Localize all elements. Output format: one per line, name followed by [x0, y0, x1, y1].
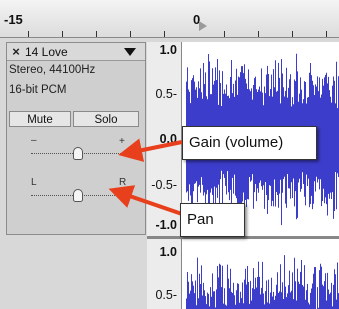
audacity-track-view: -15 0 × 14 Love Stereo, 44100Hz 16-bit P…: [0, 0, 339, 309]
scale-ch1-neg-half: -0.5-: [151, 178, 177, 192]
pan-left-label: L: [31, 177, 37, 188]
ruler-tick: [224, 31, 225, 37]
gain-plus-label: +: [119, 136, 125, 147]
track-format-rate: Stereo, 44100Hz: [9, 64, 96, 76]
ruler-tick: [164, 31, 165, 37]
ruler-tick: [326, 31, 327, 37]
scale-ch2-top: 1.0: [159, 245, 177, 259]
scale-ch1-zero: 0.0: [159, 132, 177, 146]
ruler-label-left: -15: [4, 12, 23, 27]
ruler-tick: [96, 31, 97, 37]
ruler-tick: [28, 31, 29, 37]
ruler-tick: [130, 31, 131, 37]
ruler-tick: [292, 31, 293, 37]
waveform: [182, 53, 339, 309]
play-position-marker-icon[interactable]: [199, 21, 207, 31]
mute-button[interactable]: Mute: [9, 111, 71, 127]
track-format-bits: 16-bit PCM: [9, 84, 67, 96]
amplitude-scale[interactable]: 1.0 0.5- 0.0 -0.5- -1.0 1.0 0.5-: [147, 42, 182, 309]
scale-ch1-half: 0.5-: [155, 87, 177, 101]
scale-ch1-top: 1.0: [159, 43, 177, 57]
dropdown-arrow-icon[interactable]: [124, 48, 136, 56]
gain-slider-thumb[interactable]: [73, 147, 83, 160]
track-control-panel: × 14 Love Stereo, 44100Hz 16-bit PCM Mut…: [6, 42, 146, 235]
timeline-ruler[interactable]: -15 0: [0, 0, 339, 38]
ruler-tick: [62, 31, 63, 37]
pan-slider-thumb[interactable]: [73, 189, 83, 202]
track-name-menu[interactable]: × 14 Love: [7, 43, 145, 61]
close-icon[interactable]: ×: [9, 45, 23, 58]
gain-callout: Gain (volume): [182, 126, 317, 160]
track-name[interactable]: 14 Love: [25, 45, 68, 59]
pan-callout: Pan: [180, 203, 245, 237]
channel-divider: [147, 236, 182, 239]
ruler-tick: [258, 31, 259, 37]
gain-minus-label: –: [31, 135, 37, 146]
scale-ch1-bottom: -1.0: [155, 218, 177, 232]
pan-right-label: R: [119, 177, 127, 188]
scale-ch2-half: 0.5-: [155, 288, 177, 302]
solo-button[interactable]: Solo: [73, 111, 139, 127]
waveform-area[interactable]: [182, 42, 339, 309]
